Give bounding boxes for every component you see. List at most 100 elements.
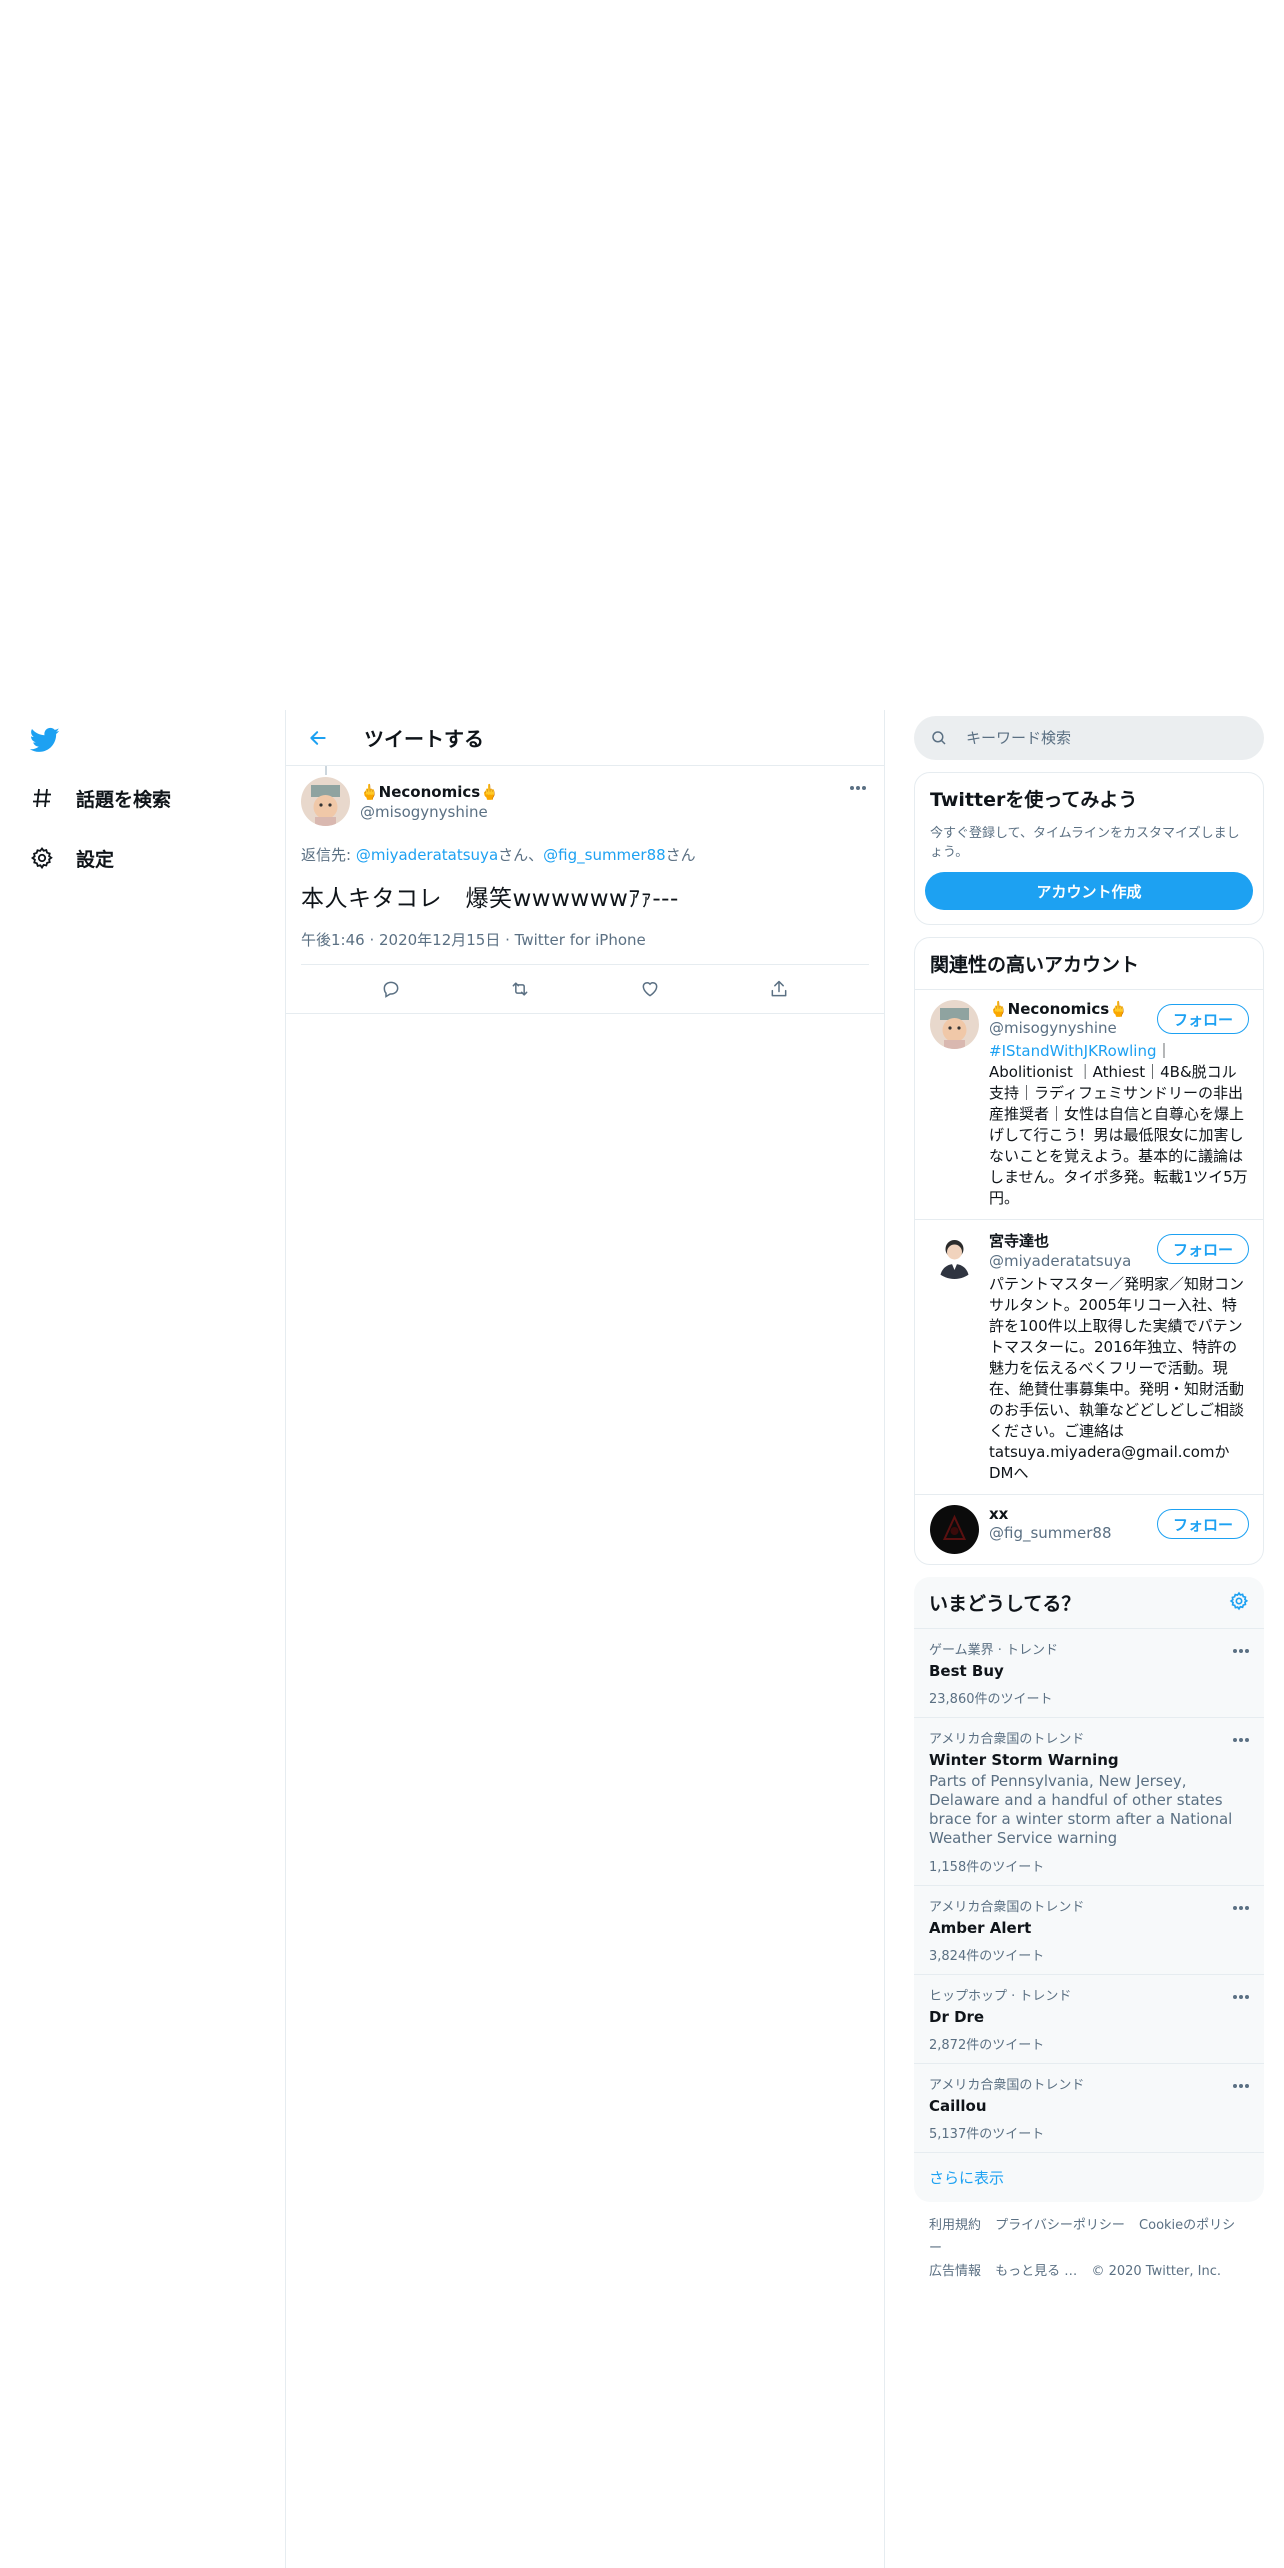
tweet-text: 本人キタコレ 爆笑wwwwwwｱｧ--- bbox=[301, 886, 679, 912]
signup-card: Twitterを使ってみよう 今すぐ登録して、タイムラインをカスタマイズしましょ… bbox=[914, 772, 1264, 925]
trend-name: Caillou bbox=[929, 2097, 987, 2115]
share-button[interactable] bbox=[762, 972, 796, 1006]
trend-context: アメリカ合衆国のトレンド bbox=[929, 2078, 1085, 2093]
retweet-icon bbox=[512, 982, 528, 996]
retweet-button[interactable] bbox=[503, 972, 537, 1006]
related-title: 関連性の高いアカウント bbox=[930, 954, 1140, 976]
trend-count: 1,158件のツイート bbox=[929, 1860, 1045, 1875]
search-icon bbox=[930, 728, 950, 748]
related-accounts-card: 関連性の高いアカウント 🖕Neconomics🖕 @misogynyshine … bbox=[914, 937, 1264, 1565]
trends-header: いまどうしてる？ bbox=[914, 1577, 1264, 1629]
trend-context: ゲーム業界 · トレンド bbox=[929, 1643, 1059, 1658]
like-button[interactable] bbox=[633, 972, 667, 1006]
twitter-logo-icon[interactable] bbox=[28, 725, 62, 755]
settings-gear-icon[interactable] bbox=[1229, 1591, 1249, 1615]
user-bio: パテントマスター／発明家／知財コンサルタント。2005年リコー入社、特許を100… bbox=[989, 1275, 1245, 1482]
tweet-client[interactable]: Twitter for iPhone bbox=[515, 931, 646, 949]
footer-link[interactable]: 広告情報 bbox=[929, 2264, 981, 2279]
reply-prefix: 返信先: bbox=[301, 846, 356, 864]
avatar[interactable] bbox=[930, 1230, 979, 1279]
trend-name: Winter Storm Warning bbox=[929, 1751, 1119, 1769]
tweet-actions bbox=[286, 965, 884, 1014]
footer: 利用規約 プライバシーポリシー Cookieのポリシー 広告情報 もっと見る …… bbox=[914, 2202, 1264, 2295]
tweet-time[interactable]: 午後1:46 bbox=[301, 931, 365, 949]
heart-icon bbox=[642, 982, 658, 997]
avatar[interactable] bbox=[930, 1505, 979, 1554]
follow-button[interactable]: フォロー bbox=[1156, 1004, 1249, 1034]
nav-explore[interactable]: 話題を検索 bbox=[28, 778, 171, 818]
more-dots-icon[interactable] bbox=[1232, 1985, 1250, 2004]
tweet-author: 🖕Neconomics🖕 @misogynyshine bbox=[301, 766, 869, 826]
main-column: ツイートする 🖕Neconomics🖕 @misogynyshine 返信先: … bbox=[285, 710, 885, 2568]
follow-button[interactable]: フォロー bbox=[1156, 1234, 1249, 1264]
trend-context: ヒップホップ · トレンド bbox=[929, 1989, 1072, 2004]
display-name[interactable]: 🖕Neconomics🖕 bbox=[360, 783, 499, 801]
trend-item[interactable]: アメリカ合衆国のトレンド Winter Storm Warning Parts … bbox=[914, 1718, 1264, 1886]
hashtag-icon bbox=[28, 784, 56, 812]
trend-count: 2,872件のツイート bbox=[929, 2038, 1045, 2053]
user-bio: #IStandWithJKRowling｜Abolitionist ｜Athie… bbox=[989, 1041, 1248, 1209]
more-dots-icon[interactable] bbox=[1232, 1896, 1250, 1915]
trend-name: Best Buy bbox=[929, 1662, 1004, 1680]
tweet-meta: 午後1:46 · 2020年12月15日 · Twitter for iPhon… bbox=[301, 929, 869, 965]
search-input[interactable] bbox=[964, 728, 1228, 748]
back-button[interactable] bbox=[300, 720, 336, 756]
trend-description: Parts of Pennsylvania, New Jersey, Delaw… bbox=[929, 1772, 1233, 1847]
footer-link[interactable]: プライバシーポリシー bbox=[995, 2218, 1125, 2233]
copyright: © 2020 Twitter, Inc. bbox=[1091, 2264, 1221, 2279]
tweet-date[interactable]: 2020年12月15日 bbox=[379, 931, 500, 949]
create-account-button[interactable]: アカウント作成 bbox=[925, 872, 1253, 910]
nav-explore-label: 話題を検索 bbox=[76, 788, 172, 811]
gear-icon bbox=[28, 844, 56, 872]
user-item[interactable]: 🖕Neconomics🖕 @misogynyshine #IStandWithJ… bbox=[915, 989, 1263, 1219]
footer-link[interactable]: 利用規約 bbox=[929, 2218, 981, 2233]
reply-user-link[interactable]: @miyaderatatsuya bbox=[356, 846, 498, 864]
reply-to: 返信先: @miyaderatatsuyaさん、@fig_summer88さん bbox=[301, 844, 869, 865]
trends-title: いまどうしてる？ bbox=[929, 1593, 1081, 1615]
trend-name: Dr Dre bbox=[929, 2008, 985, 2026]
follow-button[interactable]: フォロー bbox=[1156, 1509, 1249, 1539]
user-handle[interactable]: @misogynyshine bbox=[360, 803, 499, 821]
right-sidebar: Twitterを使ってみよう 今すぐ登録して、タイムラインをカスタマイズしましょ… bbox=[914, 710, 1264, 2295]
search-bar[interactable] bbox=[914, 716, 1264, 760]
bio-hashtag[interactable]: #IStandWithJKRowling bbox=[989, 1042, 1157, 1060]
user-item[interactable]: xx @fig_summer88 フォロー bbox=[915, 1494, 1263, 1564]
page: 話題を検索 設定 ツイートする 🖕Neconomics🖕 @misogynysh… bbox=[0, 0, 1284, 2568]
trend-item[interactable]: アメリカ合衆国のトレンド Caillou 5,137件のツイート bbox=[914, 2064, 1264, 2153]
signup-title: Twitterを使ってみよう bbox=[930, 789, 1138, 811]
trend-count: 23,860件のツイート bbox=[929, 1692, 1053, 1707]
back-arrow-icon bbox=[310, 730, 326, 745]
reply-icon bbox=[383, 981, 399, 998]
trend-item[interactable]: ゲーム業界 · トレンド Best Buy 23,860件のツイート bbox=[914, 1629, 1264, 1718]
trend-count: 5,137件のツイート bbox=[929, 2127, 1045, 2142]
trend-context: アメリカ合衆国のトレンド bbox=[929, 1732, 1085, 1747]
avatar[interactable] bbox=[301, 777, 350, 826]
trend-item[interactable]: ヒップホップ · トレンド Dr Dre 2,872件のツイート bbox=[914, 1975, 1264, 2064]
trends-card: いまどうしてる？ ゲーム業界 · トレンド Best Buy 23,860件のツ… bbox=[914, 1577, 1264, 2202]
trend-item[interactable]: アメリカ合衆国のトレンド Amber Alert 3,824件のツイート bbox=[914, 1886, 1264, 1975]
reply-button[interactable] bbox=[374, 972, 408, 1006]
reply-separator: さん、 bbox=[498, 846, 544, 864]
trend-name: Amber Alert bbox=[929, 1919, 1032, 1937]
more-options-button[interactable] bbox=[846, 776, 870, 800]
more-dots-icon[interactable] bbox=[1232, 1728, 1250, 1747]
bio-text: ｜Abolitionist ｜Athiest｜4B&脱コル支持｜ラディフェミサン… bbox=[989, 1042, 1248, 1207]
tweet-header: ツイートする bbox=[286, 710, 884, 766]
show-more-link[interactable]: さらに表示 bbox=[914, 2153, 1264, 2202]
reply-suffix: さん bbox=[665, 846, 696, 864]
thread-line bbox=[325, 766, 327, 775]
reply-user-link[interactable]: @fig_summer88 bbox=[543, 846, 666, 864]
footer-link[interactable]: もっと見る … bbox=[995, 2264, 1077, 2279]
user-item[interactable]: 宮寺達也 @miyaderatatsuya パテントマスター／発明家／知財コンサ… bbox=[915, 1219, 1263, 1494]
more-dots-icon[interactable] bbox=[1232, 1639, 1250, 1658]
avatar[interactable] bbox=[930, 1000, 979, 1049]
share-icon bbox=[771, 980, 787, 997]
more-dots-icon bbox=[850, 786, 866, 790]
trend-count: 3,824件のツイート bbox=[929, 1949, 1045, 1964]
nav-settings[interactable]: 設定 bbox=[28, 838, 114, 878]
more-dots-icon[interactable] bbox=[1232, 2074, 1250, 2093]
page-title: ツイートする bbox=[364, 727, 484, 751]
signup-description: 今すぐ登録して、タイムラインをカスタマイズしましょう。 bbox=[930, 826, 1240, 860]
trend-context: アメリカ合衆国のトレンド bbox=[929, 1900, 1085, 1915]
nav-settings-label: 設定 bbox=[76, 848, 115, 871]
